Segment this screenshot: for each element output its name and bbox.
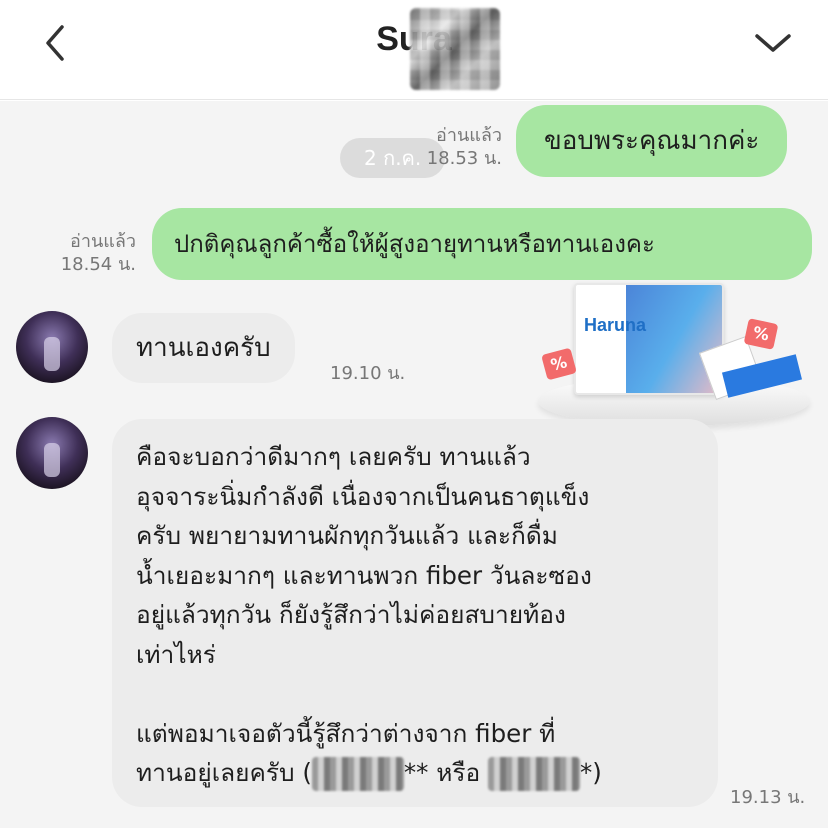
message-time: 18.54 น. — [60, 253, 136, 275]
discount-tag: % — [541, 347, 577, 381]
message-line: เท่าไหร่ — [136, 639, 216, 669]
message-line: คือจะบอกว่าดีมากๆ เลยครับ ทานแล้ว — [136, 442, 531, 471]
product-ad-image: Haruna % % — [538, 281, 810, 431]
message-bubble-outgoing[interactable]: ปกติคุณลูกค้าซื้อให้ผู้สูงอายุทานหรือทาน… — [152, 208, 812, 280]
chat-area[interactable]: 2 ก.ค. อ่านแล้ว 18.53 น. ขอบพระคุณมากค่ะ… — [0, 101, 828, 828]
message-line: แต่พอมาเจอตัวนี้รู้สึกว่าต่างจาก fiber ท… — [136, 718, 556, 748]
censored-text-mosaic — [311, 757, 404, 791]
message-bubble-incoming[interactable]: คือจะบอกว่าดีมากๆ เลยครับ ทานแล้ว อุจจาร… — [112, 419, 718, 807]
message-text: *) — [580, 758, 602, 787]
message-text: ปกติคุณลูกค้าซื้อให้ผู้สูงอายุทานหรือทาน… — [174, 230, 655, 258]
menu-toggle-button[interactable] — [748, 18, 798, 68]
chevron-down-icon — [755, 34, 791, 52]
avatar[interactable] — [16, 417, 88, 489]
avatar[interactable] — [16, 311, 88, 383]
message-line: ครับ พยายามทานผักทุกวันแล้ว และก็ดื่ม — [136, 521, 558, 550]
message-line — [136, 674, 694, 714]
censored-name-mosaic — [410, 8, 500, 90]
message-line: อุจจาระนิ่มกำลังดี เนื่องจากเป็นคนธาตุแข… — [136, 481, 590, 511]
product-box: Haruna — [574, 283, 724, 395]
chat-header: Sura — [0, 0, 828, 100]
message-text: ** หรือ — [403, 758, 489, 787]
message-line: อยู่แล้วทุกวัน ก็ยังรู้สึกว่าไม่ค่อยสบาย… — [136, 600, 566, 629]
product-brand: Haruna — [584, 315, 647, 335]
message-text: ทานเองครับ — [136, 333, 271, 363]
message-line-last: ทานอยู่เลยครับ ( ** หรือ *) — [136, 753, 694, 793]
message-line: น้ำเยอะมากๆ และทานพวก fiber วันละซอง — [136, 560, 592, 590]
message-bubble-incoming[interactable]: ทานเองครับ — [112, 313, 295, 383]
message-time: 19.10 น. — [330, 363, 406, 384]
message-meta: อ่านแล้ว 18.54 น. — [38, 231, 136, 276]
message-time: 18.53 น. — [426, 147, 502, 169]
message-meta: อ่านแล้ว 18.53 น. — [398, 125, 502, 170]
message-time: 19.13 น. — [730, 787, 806, 808]
message-text: ขอบพระคุณมากค่ะ — [544, 126, 760, 156]
message-bubble-outgoing[interactable]: ขอบพระคุณมากค่ะ — [516, 105, 788, 177]
read-status: อ่านแล้ว — [70, 231, 136, 252]
message-text: ทานอยู่เลยครับ ( — [136, 758, 312, 787]
censored-text-mosaic — [488, 757, 581, 791]
read-status: อ่านแล้ว — [436, 125, 502, 146]
